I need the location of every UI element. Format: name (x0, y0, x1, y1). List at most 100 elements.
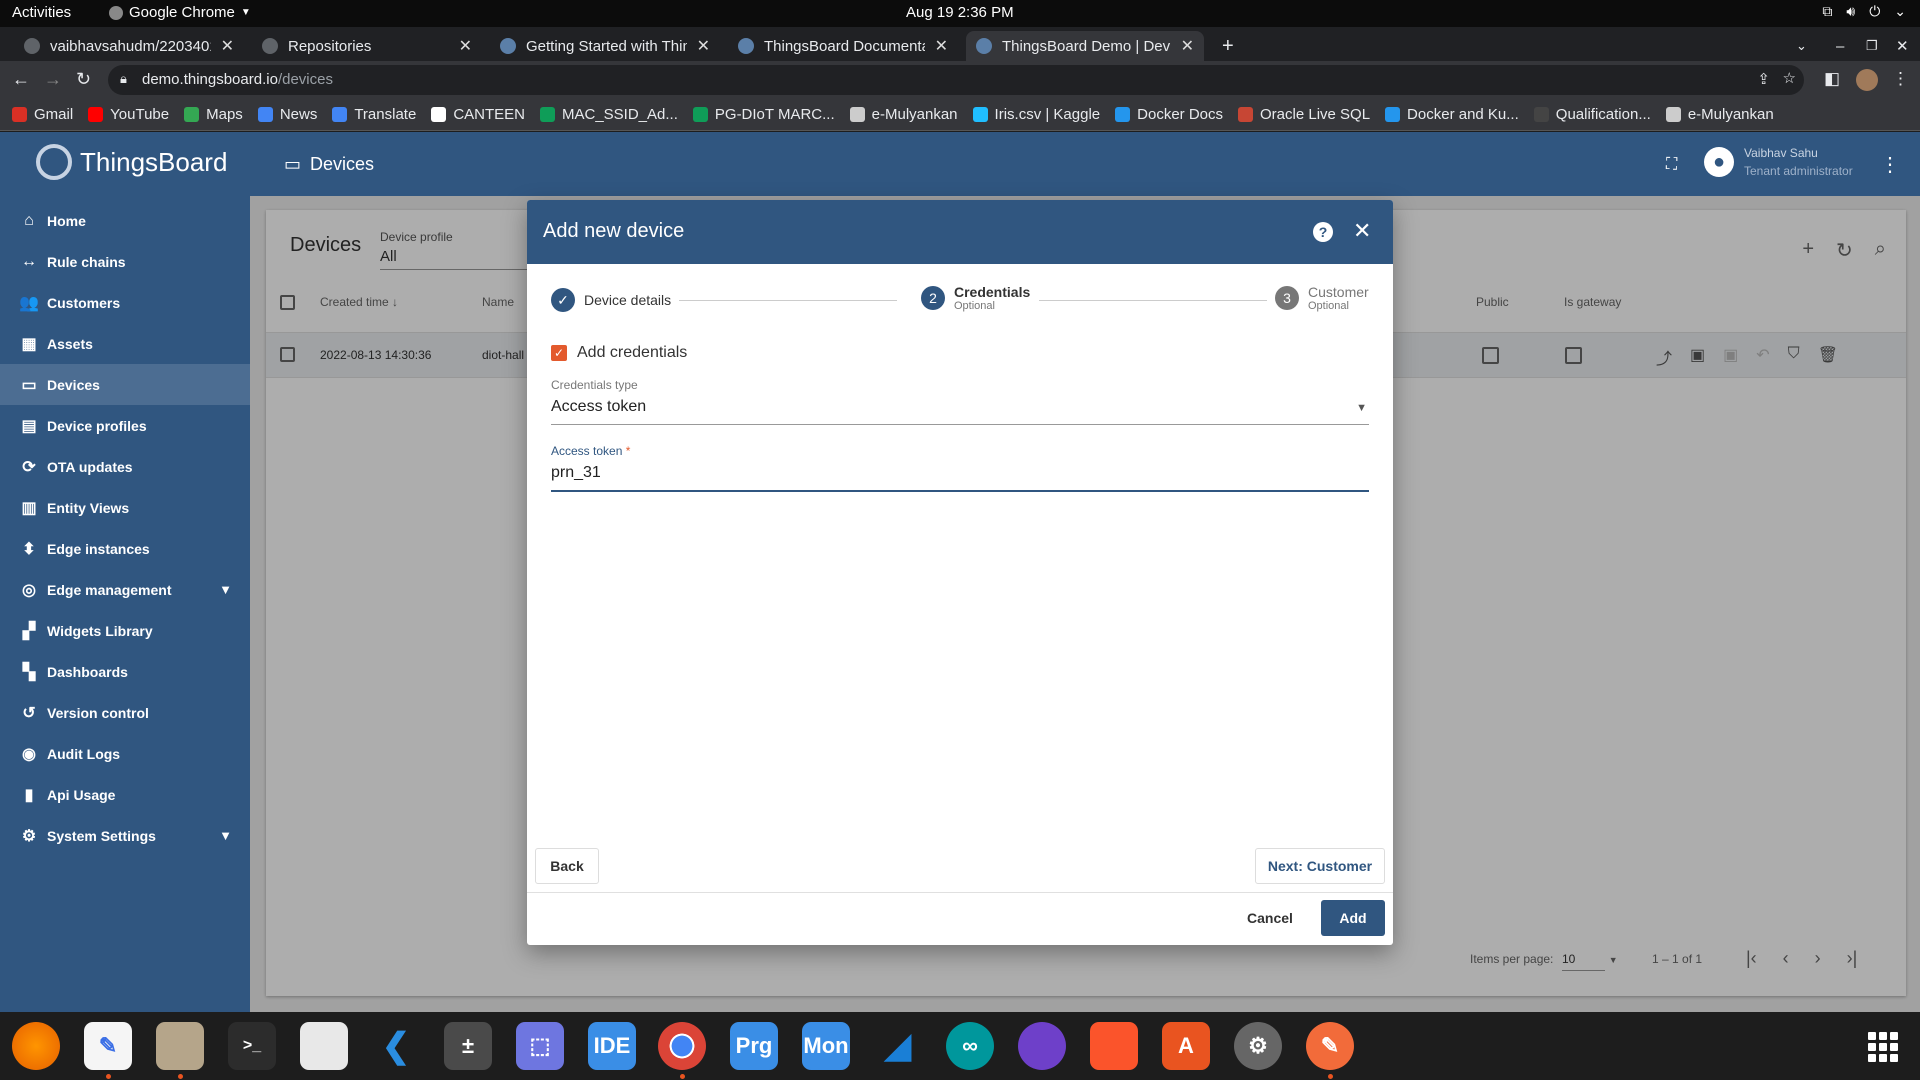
browser-tab[interactable]: Getting Started with Thin ✕ (490, 31, 720, 61)
user-role: Tenant administrator (1744, 164, 1853, 178)
close-window-icon[interactable]: ✕ (1886, 31, 1912, 61)
bookmark-item[interactable]: MAC_SSID_Ad... (540, 106, 678, 123)
restore-icon[interactable]: ❐ (1856, 31, 1882, 61)
check-icon: ✓ (551, 288, 575, 312)
ide-icon[interactable]: IDE (588, 1022, 636, 1070)
app-center-icon[interactable]: A (1162, 1022, 1210, 1070)
share-icon[interactable]: ⇪ (1757, 70, 1770, 88)
add-credentials-checkbox[interactable]: ✓ Add credentials (551, 344, 687, 362)
add-button[interactable]: Add (1321, 900, 1385, 936)
sidebar-item-api-usage[interactable]: ▮ Api Usage (0, 774, 250, 815)
sidebar-item-widgets-library[interactable]: ▞ Widgets Library (0, 610, 250, 651)
wireshark-icon[interactable]: ◢ (874, 1022, 922, 1070)
clock[interactable]: Aug 19 2:36 PM (906, 4, 1014, 21)
text-editor-icon[interactable]: ✎ (84, 1022, 132, 1070)
sidebar-item-edge-instances[interactable]: ⬍ Edge instances (0, 528, 250, 569)
screenshot-icon[interactable]: ⬚ (516, 1022, 564, 1070)
bookmark-item[interactable]: e-Mulyankan (849, 106, 958, 123)
sidebar-item-device-profiles[interactable]: ▤ Device profiles (0, 405, 250, 446)
calculator-icon[interactable]: ± (444, 1022, 492, 1070)
bookmark-item[interactable]: Iris.csv | Kaggle (972, 106, 1100, 123)
bookmark-item[interactable]: PG-DIoT MARC... (692, 106, 835, 123)
sidebar-item-ota-updates[interactable]: ⟳ OTA updates (0, 446, 250, 487)
document-viewer-icon[interactable] (300, 1022, 348, 1070)
bookmark-item[interactable]: YouTube (88, 106, 169, 123)
access-token-input[interactable]: Access token * prn_31 (551, 444, 1369, 492)
help-icon[interactable]: ? (1313, 222, 1333, 242)
sidebar-item-home[interactable]: ⌂ Home (0, 200, 250, 241)
sidebar-item-edge-management[interactable]: ◎ Edge management ▼ (0, 569, 250, 610)
system-tray[interactable]: ⧉ 🔊︎ ⏻ ⌄ (1822, 3, 1906, 20)
profile-avatar[interactable] (1856, 69, 1878, 91)
bookmark-item[interactable]: Docker and Ku... (1385, 106, 1519, 123)
sidebar-item-dashboards[interactable]: ▚ Dashboards (0, 651, 250, 692)
bookmark-item[interactable]: Qualification... (1533, 106, 1651, 123)
sidebar-item-audit-logs[interactable]: ◉ Audit Logs (0, 733, 250, 774)
user-menu[interactable]: ● Vaibhav Sahu Tenant administrator (1704, 144, 1853, 180)
step-device-details[interactable]: ✓ Device details (551, 288, 671, 312)
minimize-icon[interactable]: – (1826, 31, 1852, 61)
brave-icon[interactable] (1090, 1022, 1138, 1070)
close-tab-icon[interactable]: ✕ (697, 36, 710, 56)
activities-button[interactable]: Activities (12, 4, 71, 21)
cancel-button[interactable]: Cancel (1235, 900, 1305, 936)
bookmark-star-icon[interactable]: ☆ (1783, 69, 1796, 87)
step-customer[interactable]: 3 Customer Optional (1275, 284, 1369, 312)
sheets-icon (692, 107, 708, 122)
browser-menu-icon[interactable]: ⋮ (1892, 69, 1909, 89)
close-tab-icon[interactable]: ✕ (935, 36, 948, 56)
files-icon[interactable] (156, 1022, 204, 1070)
close-tab-icon[interactable]: ✕ (1181, 36, 1194, 56)
forward-icon[interactable]: → (44, 69, 62, 90)
more-vert-icon[interactable]: ⋮ (1880, 152, 1900, 177)
reload-icon[interactable]: ↻ (76, 69, 91, 90)
bookmark-item[interactable]: Oracle Live SQL (1238, 106, 1370, 123)
close-icon[interactable]: ✕ (1353, 218, 1371, 244)
dashboards-icon: ▚ (22, 663, 36, 681)
chrome-icon[interactable] (658, 1022, 706, 1070)
close-tab-icon[interactable]: ✕ (221, 36, 234, 56)
bookmark-item[interactable]: Maps (184, 106, 243, 123)
sidebar-item-version-control[interactable]: ↺ Version control (0, 692, 250, 733)
next-customer-button[interactable]: Next: Customer (1255, 848, 1385, 884)
firefox-icon[interactable] (12, 1022, 60, 1070)
bookmark-item[interactable]: Gmail (12, 106, 73, 123)
step-credentials[interactable]: 2 Credentials Optional (921, 284, 1030, 312)
close-tab-icon[interactable]: ✕ (459, 36, 472, 56)
back-icon[interactable]: ← (12, 69, 30, 90)
browser-tab[interactable]: Repositories ✕ (252, 31, 482, 61)
mon-icon[interactable]: Mon (802, 1022, 850, 1070)
bookmark-item[interactable]: Translate (332, 106, 416, 123)
bookmark-item[interactable]: e-Mulyankan (1665, 106, 1774, 123)
arduino-icon[interactable]: ∞ (946, 1022, 994, 1070)
browser-tab-active[interactable]: ThingsBoard Demo | Devi ✕ (966, 31, 1204, 61)
credentials-type-select[interactable]: Credentials type Access token ▼ (551, 378, 1369, 425)
sidebar-item-rule-chains[interactable]: ↔ Rule chains (0, 241, 250, 282)
fullscreen-icon[interactable]: ⛶ (1666, 156, 1677, 174)
sidebar-item-entity-views[interactable]: ▥ Entity Views (0, 487, 250, 528)
bookmark-item[interactable]: Docker Docs (1115, 106, 1223, 123)
bookmark-item[interactable]: CANTEEN (431, 106, 525, 123)
bookmark-item[interactable]: News (257, 106, 317, 123)
sidebar-item-system-settings[interactable]: ⚙ System Settings ▼ (0, 815, 250, 856)
browser-tab[interactable]: vaibhavsahudm/2203401 ✕ (14, 31, 244, 61)
sidebar-item-assets[interactable]: ▦ Assets (0, 323, 250, 364)
prg-icon[interactable]: Prg (730, 1022, 778, 1070)
draw-icon[interactable]: ✎ (1306, 1022, 1354, 1070)
terminal-icon[interactable]: >_ (228, 1022, 276, 1070)
back-button[interactable]: Back (535, 848, 599, 884)
app-menu[interactable]: Google Chrome ▼ (109, 4, 251, 21)
browser-tab[interactable]: ThingsBoard Documentat ✕ (728, 31, 958, 61)
vscode-icon[interactable]: ❮ (372, 1022, 420, 1070)
settings-app-icon[interactable]: ⚙ (1234, 1022, 1282, 1070)
sidebar-item-customers[interactable]: 👥 Customers (0, 282, 250, 323)
brand-logo[interactable]: ThingsBoard (36, 144, 227, 180)
new-tab-button[interactable]: + (1212, 31, 1242, 61)
github-desktop-icon[interactable] (1018, 1022, 1066, 1070)
show-apps-icon[interactable] (1868, 1032, 1898, 1062)
sidebar-item-devices[interactable]: ▭ Devices (0, 364, 250, 405)
address-bar[interactable]: 🔒︎ demo.thingsboard.io/devices ⇪ ☆ (108, 65, 1804, 95)
tab-search-icon[interactable]: ⌄ (1786, 31, 1816, 61)
translate-icon (332, 107, 348, 122)
side-panel-icon[interactable]: ◧ (1824, 69, 1840, 89)
